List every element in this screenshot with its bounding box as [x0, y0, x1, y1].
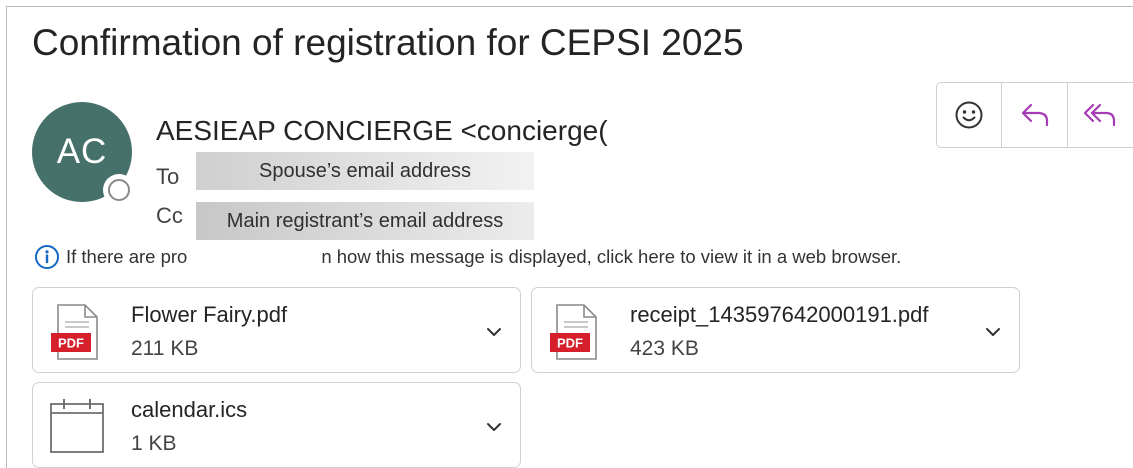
- cc-label: Cc: [156, 203, 183, 228]
- presence-status-icon: [103, 174, 135, 206]
- info-bar[interactable]: If there are pro n how this message is d…: [34, 244, 901, 270]
- redacted-region: [187, 246, 322, 268]
- react-button[interactable]: [937, 83, 1003, 147]
- attachment-size: 211 KB: [131, 337, 199, 360]
- to-label: To: [156, 164, 180, 189]
- pdf-file-icon: PDF: [550, 304, 597, 360]
- pdf-badge-label: PDF: [557, 336, 583, 351]
- attachment-size: 423 KB: [630, 337, 699, 360]
- attachment-size: 1 KB: [131, 432, 177, 455]
- chevron-down-icon[interactable]: [483, 416, 505, 438]
- info-text-end: n how this message is displayed, click h…: [321, 246, 902, 267]
- attachment-card[interactable]: PDF Flower Fairy.pdf 211 KB: [32, 287, 521, 373]
- smiley-icon: [955, 101, 983, 129]
- pdf-file-icon: PDF: [51, 304, 98, 360]
- attachment-name: Flower Fairy.pdf: [131, 302, 288, 327]
- attachment-name: calendar.ics: [131, 397, 248, 422]
- reply-all-icon: [1084, 103, 1116, 127]
- message-subject: Confirmation of registration for CEPSI 2…: [32, 22, 744, 63]
- pdf-badge-label: PDF: [58, 336, 84, 351]
- attachment-name: receipt_143597642000191.pdf: [630, 302, 929, 327]
- chevron-down-icon[interactable]: [483, 321, 505, 343]
- avatar-initials: AC: [56, 132, 108, 171]
- cc-recipient[interactable]: Main registrant’s email address: [196, 202, 534, 240]
- reply-button[interactable]: [1002, 83, 1068, 147]
- info-text-start: If there are pro: [66, 246, 188, 267]
- chevron-down-icon[interactable]: [982, 321, 1004, 343]
- info-icon: [35, 245, 59, 269]
- message-action-bar: [936, 82, 1133, 148]
- attachment-card[interactable]: calendar.ics 1 KB: [32, 382, 521, 468]
- to-recipient[interactable]: Spouse’s email address: [196, 152, 534, 190]
- reply-icon: [1021, 103, 1048, 127]
- sender-name[interactable]: AESIEAP CONCIERGE <concierge(: [156, 115, 608, 147]
- reply-all-button[interactable]: [1068, 83, 1133, 147]
- attachment-card[interactable]: PDF receipt_143597642000191.pdf 423 KB: [531, 287, 1020, 373]
- calendar-file-icon: [50, 399, 104, 453]
